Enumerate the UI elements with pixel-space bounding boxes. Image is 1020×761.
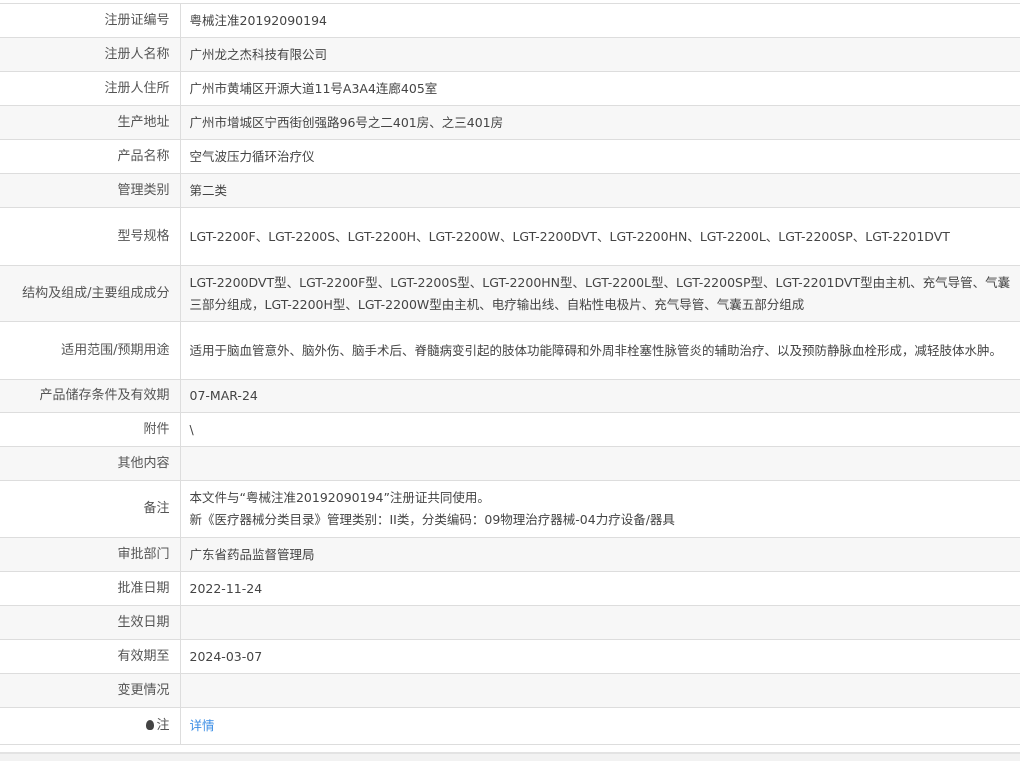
field-value: 空气波压力循环治疗仪 [189,148,315,164]
field-label: 注册人住所 [0,71,181,106]
table-row: 型号规格 LGT-2200F、LGT-2200S、LGT-2200H、LGT-22… [0,207,1020,266]
field-value: LGT-2200F、LGT-2200S、LGT-2200H、LGT-2200W、… [189,228,950,244]
field-value: 07-MAR-24 [189,388,258,403]
field-value: 广州龙之杰科技有限公司 [189,46,328,62]
table-row: 管理类别 第二类 [0,173,1020,208]
field-value: 2022-11-24 [189,580,263,596]
field-label: 结构及组成/主要组成成分 [0,265,181,322]
field-label: 批准日期 [0,571,181,606]
field-value: 适用于脑血管意外、脑外伤、脑手术后、脊髓病变引起的肢体功能障碍和外周非栓塞性脉管… [189,342,1003,358]
field-value-cell: 广州市黄埔区开源大道11号A3A4连廊405室 [180,71,1020,106]
table-row: 备注 本文件与“粤械注准20192090194”注册证共同使用。新《医疗器械分类目… [0,480,1020,538]
field-value: 第二类 [189,182,228,198]
field-label: 变更情况 [0,673,181,708]
table-row: 附件 \ [0,412,1020,447]
field-label: 有效期至 [0,639,181,674]
table-row: 审批部门 广东省药品监督管理局 [0,537,1020,572]
note-label-cell: 注 [0,707,181,745]
field-label: 产品储存条件及有效期 [0,379,181,413]
field-value-cell [180,446,1020,481]
field-value-cell: 广州市增城区宁西街创强路96号之二401房、之三401房 [180,105,1020,140]
table-row: 适用范围/预期用途 适用于脑血管意外、脑外伤、脑手术后、脊髓病变引起的肢体功能障碍… [0,321,1020,380]
table-row: 变更情况 [0,673,1020,708]
field-value: 2024-03-07 [189,648,263,664]
field-label: 审批部门 [0,537,181,572]
field-label: 生产地址 [0,105,181,140]
field-value: 本文件与“粤械注准20192090194”注册证共同使用。 [189,490,490,505]
table-row: 生产地址 广州市增城区宁西街创强路96号之二401房、之三401房 [0,105,1020,140]
table-row: 批准日期 2022-11-24 [0,571,1020,606]
details-link[interactable]: 详情 [190,718,215,733]
field-label: 备注 [0,480,181,538]
table-row: 注册人名称 广州龙之杰科技有限公司 [0,37,1020,72]
field-value-cell: 空气波压力循环治疗仪 [180,139,1020,174]
field-label: 管理类别 [0,173,181,208]
field-value-cell: 粤械注准20192090194 [180,3,1020,38]
note-label: 注 [156,718,170,733]
field-value-cell [180,605,1020,640]
registration-details-table: 注册证编号 粤械注准20192090194 注册人名称 广州龙之杰科技有限公司 注册人住… [0,3,1020,745]
field-value-cell: LGT-2200F、LGT-2200S、LGT-2200H、LGT-2200W、… [180,207,1020,266]
table-row: 注册人住所 广州市黄埔区开源大道11号A3A4连廊405室 [0,71,1020,106]
table-row: 生效日期 [0,605,1020,640]
table-row: 注 详情 [0,707,1020,745]
footer-band [0,752,1020,761]
field-value-cell: 本文件与“粤械注准20192090194”注册证共同使用。新《医疗器械分类目录》… [180,480,1020,538]
field-value-cell: 2024-03-07 [180,639,1020,674]
field-label: 注册人名称 [0,37,181,72]
field-value-cell: LGT-2200DVT型、LGT-2200F型、LGT-2200S型、LGT-2… [180,265,1020,322]
table-row: 其他内容 [0,446,1020,481]
field-value-cell: 2022-11-24 [180,571,1020,606]
field-value-cell: 第二类 [180,173,1020,208]
field-label: 其他内容 [0,446,181,481]
field-value-cell: 广东省药品监督管理局 [180,537,1020,572]
field-value: 广州市黄埔区开源大道11号A3A4连廊405室 [189,80,438,96]
field-label: 产品名称 [0,139,181,174]
field-value-cell: 适用于脑血管意外、脑外伤、脑手术后、脊髓病变引起的肢体功能障碍和外周非栓塞性脉管… [180,321,1020,380]
field-value: LGT-2200DVT型、LGT-2200F型、LGT-2200S型、LGT-2… [189,274,1011,312]
table-row: 注册证编号 粤械注准20192090194 [0,3,1020,38]
lightbulb-icon [146,720,155,730]
field-label: 附件 [0,412,181,447]
field-value: 粤械注准20192090194 [189,12,327,28]
field-label: 型号规格 [0,207,181,266]
field-value: 广州市增城区宁西街创强路96号之二401房、之三401房 [189,114,504,130]
field-label: 生效日期 [0,605,181,640]
field-value-line2: 新《医疗器械分类目录》管理类别：II类，分类编码：09物理治疗器械-04力疗设备… [189,512,675,527]
field-value-cell [180,673,1020,708]
field-value: \ [189,421,194,437]
field-value: 广东省药品监督管理局 [189,546,315,562]
table-row: 产品储存条件及有效期 07-MAR-24 [0,379,1020,413]
field-label: 适用范围/预期用途 [0,321,181,380]
table-row: 产品名称 空气波压力循环治疗仪 [0,139,1020,174]
field-value-cell: 07-MAR-24 [180,379,1020,413]
table-row: 有效期至 2024-03-07 [0,639,1020,674]
field-value-cell: \ [180,412,1020,447]
field-value-cell: 广州龙之杰科技有限公司 [180,37,1020,72]
field-label: 注册证编号 [0,3,181,38]
table-row: 结构及组成/主要组成成分 LGT-2200DVT型、LGT-2200F型、LGT-… [0,265,1020,322]
